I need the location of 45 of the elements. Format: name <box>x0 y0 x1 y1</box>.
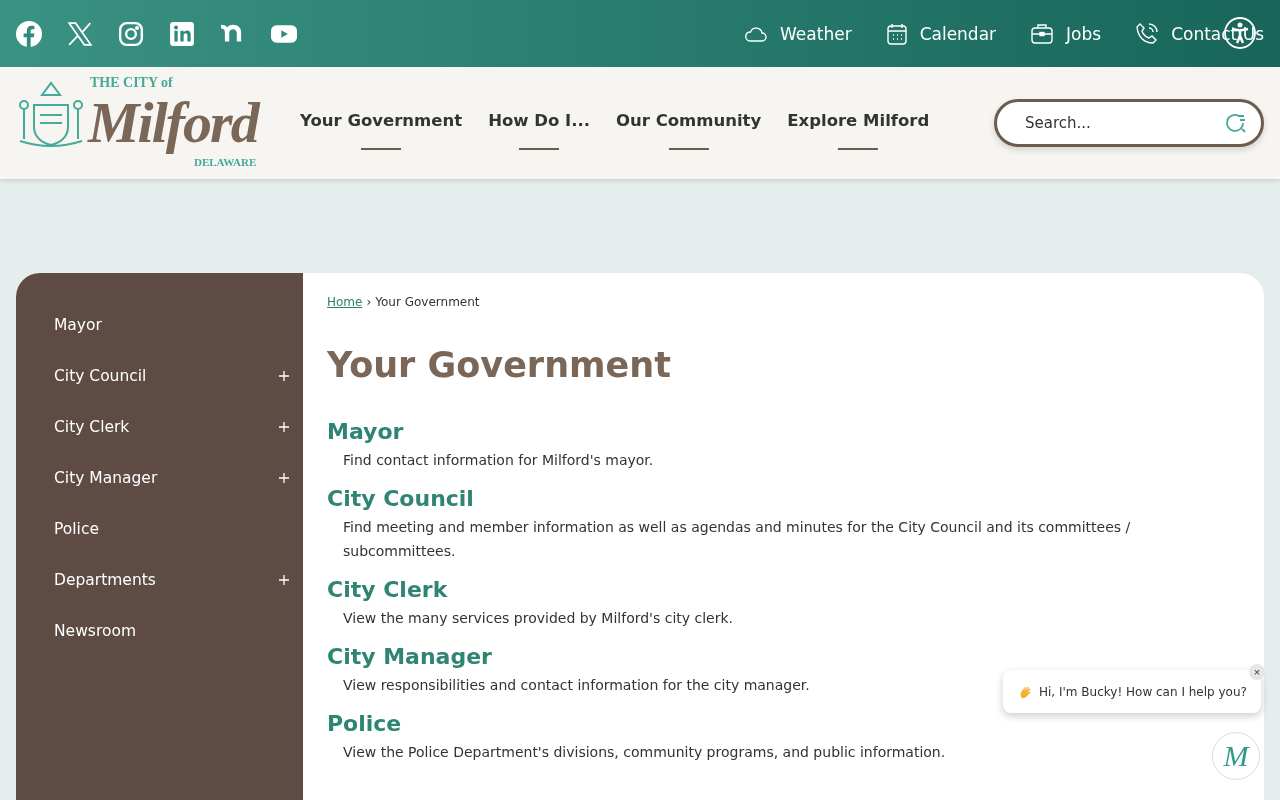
plus-icon[interactable] <box>279 472 289 483</box>
page-title: Your Government <box>327 345 672 385</box>
section-link[interactable]: Police <box>327 711 402 736</box>
section-description: View the Police Department's divisions, community programs, and public information. <box>343 743 946 762</box>
top-link[interactable]: Weather <box>744 21 852 46</box>
sidebar-item[interactable]: City Council <box>16 350 303 401</box>
plus-icon[interactable] <box>279 421 289 432</box>
nav-link[interactable]: Explore Milford <box>787 96 930 150</box>
x-logo-icon[interactable] <box>67 20 93 47</box>
sidebar-item[interactable]: Departments <box>16 554 303 605</box>
section-description: Find meeting and member information as well as agendas and minutes for the City Council and its committees / subcommittees. <box>343 518 1132 561</box>
section-link[interactable]: Mayor <box>327 419 404 444</box>
chat-message: Hi, I'm Bucky! How can I help you? <box>1039 684 1247 699</box>
top-link[interactable]: Jobs <box>1030 21 1102 46</box>
plus-icon[interactable] <box>279 574 289 585</box>
breadcrumb-separator: › <box>366 295 372 309</box>
nav-link[interactable]: How Do I... <box>488 96 590 150</box>
sidebar-item[interactable]: Mayor <box>16 299 303 350</box>
logo-text: DELAWARE <box>194 155 257 169</box>
section-description: Find contact information for Milford's mayor. <box>343 451 654 470</box>
breadcrumb-link[interactable]: Home <box>327 295 363 309</box>
phone-icon <box>1135 21 1160 46</box>
facebook-icon[interactable] <box>16 20 42 47</box>
sidebar-item[interactable]: Police <box>16 503 303 554</box>
search-icon[interactable] <box>1224 111 1248 135</box>
waving-hand-icon <box>1019 684 1033 699</box>
search-field[interactable]: Search... <box>994 99 1264 147</box>
sidebar-item[interactable]: Newsroom <box>16 605 303 656</box>
breadcrumb-current: Your Government <box>375 295 480 309</box>
section-description: View responsibilities and contact information for the city manager. <box>343 676 810 695</box>
nav-link[interactable]: Our Community <box>616 96 762 150</box>
logo-text: THE CITY of <box>90 75 173 91</box>
section-link[interactable]: City Council <box>327 486 474 511</box>
plus-icon[interactable] <box>279 370 289 381</box>
top-link[interactable]: Calendar <box>885 21 997 46</box>
calendar-icon <box>885 21 908 46</box>
section-link[interactable]: City Manager <box>327 644 492 669</box>
instagram-icon[interactable] <box>118 20 144 47</box>
nav-link[interactable]: Your Government <box>300 96 463 150</box>
section-description: View the many services provided by Milford's city clerk. <box>343 609 734 628</box>
section-link[interactable]: City Clerk <box>327 577 448 602</box>
sidebar-item[interactable]: City Clerk <box>16 401 303 452</box>
linkedin-icon[interactable] <box>169 20 195 47</box>
briefcase-icon <box>1030 21 1055 46</box>
sidebar-item[interactable]: City Manager <box>16 452 303 503</box>
